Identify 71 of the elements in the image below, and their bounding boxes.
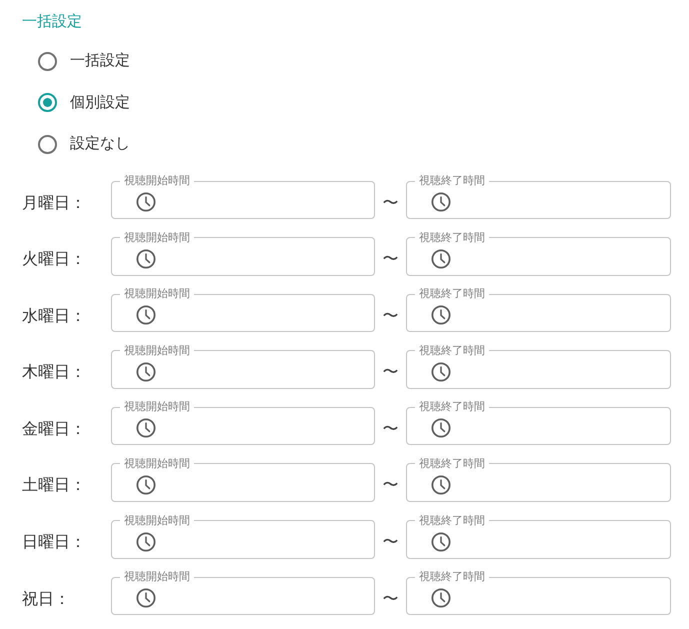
clock-icon	[431, 305, 451, 326]
clock-icon	[136, 192, 156, 212]
radio-button[interactable]	[38, 134, 57, 154]
clock-icon	[136, 362, 156, 382]
option-label: 個別設定	[70, 92, 130, 112]
field-label: 視聴終了時間	[418, 456, 486, 471]
day-label: 日曜日：	[22, 533, 86, 554]
clock-icon	[136, 248, 156, 269]
clock-icon	[431, 362, 451, 382]
range-separator: 〜	[382, 590, 398, 610]
time-input-field[interactable]: 視聴開始時間	[111, 400, 375, 446]
day-label: 祝日：	[22, 590, 70, 610]
time-input-field[interactable]: 視聴終了時間	[406, 514, 671, 559]
option-label: 設定なし	[70, 134, 130, 154]
range-separator: 〜	[382, 420, 398, 440]
day-label: 火曜日：	[22, 250, 86, 270]
clock-icon	[136, 588, 156, 608]
field-label: 視聴終了時間	[418, 400, 486, 414]
time-input-field[interactable]: 視聴開始時間	[111, 570, 375, 616]
time-input-field[interactable]: 視聴開始時間	[111, 456, 375, 502]
field-label: 視聴終了時間	[418, 230, 486, 245]
radio-button[interactable]	[38, 52, 57, 70]
clock-icon	[431, 588, 451, 608]
range-separator: 〜	[382, 250, 398, 270]
time-input-field[interactable]: 視聴終了時間	[406, 287, 671, 332]
field-label: 視聴終了時間	[418, 344, 486, 358]
day-label: 金曜日：	[22, 420, 86, 440]
section-title: 一括設定	[22, 12, 82, 32]
field-label: 視聴開始時間	[123, 570, 191, 584]
clock-icon	[136, 305, 156, 326]
field-label: 視聴開始時間	[123, 287, 191, 302]
field-label: 視聴終了時間	[418, 514, 486, 528]
clock-icon	[431, 474, 451, 495]
radio-button[interactable]	[38, 93, 57, 112]
range-separator: 〜	[382, 363, 398, 384]
time-input-field[interactable]: 視聴開始時間	[111, 344, 375, 389]
day-label: 木曜日：	[22, 362, 86, 384]
range-separator: 〜	[382, 306, 398, 327]
field-label: 視聴終了時間	[418, 570, 486, 584]
time-input-field[interactable]: 視聴開始時間	[111, 514, 375, 559]
day-label: 土曜日：	[22, 476, 86, 496]
clock-icon	[431, 192, 451, 212]
clock-icon	[136, 474, 156, 495]
day-label: 月曜日：	[22, 194, 86, 214]
field-label: 視聴開始時間	[123, 456, 191, 471]
field-label: 視聴終了時間	[418, 174, 486, 188]
time-input-field[interactable]: 視聴終了時間	[406, 230, 671, 276]
option-label: 一括設定	[70, 51, 130, 71]
field-label: 視聴開始時間	[123, 514, 191, 528]
time-input-field[interactable]: 視聴終了時間	[406, 344, 671, 389]
time-input-field[interactable]: 視聴終了時間	[406, 400, 671, 446]
field-label: 視聴開始時間	[123, 230, 191, 245]
clock-icon	[136, 532, 156, 552]
clock-icon	[431, 418, 451, 438]
time-input-field[interactable]: 視聴開始時間	[111, 287, 375, 332]
time-input-field[interactable]: 視聴終了時間	[406, 570, 671, 616]
time-input-field[interactable]: 視聴開始時間	[111, 230, 375, 276]
clock-icon	[431, 532, 451, 552]
clock-icon	[431, 248, 451, 269]
range-separator: 〜	[382, 194, 398, 214]
time-input-field[interactable]: 視聴開始時間	[111, 174, 375, 219]
field-label: 視聴終了時間	[418, 287, 486, 302]
day-label: 水曜日：	[22, 306, 86, 327]
field-label: 視聴開始時間	[123, 344, 191, 358]
time-input-field[interactable]: 視聴終了時間	[406, 456, 671, 502]
time-input-field[interactable]: 視聴終了時間	[406, 174, 671, 219]
clock-icon	[136, 418, 156, 438]
range-separator: 〜	[382, 533, 398, 554]
range-separator: 〜	[382, 476, 398, 496]
field-label: 視聴開始時間	[123, 174, 191, 188]
field-label: 視聴開始時間	[123, 400, 191, 414]
